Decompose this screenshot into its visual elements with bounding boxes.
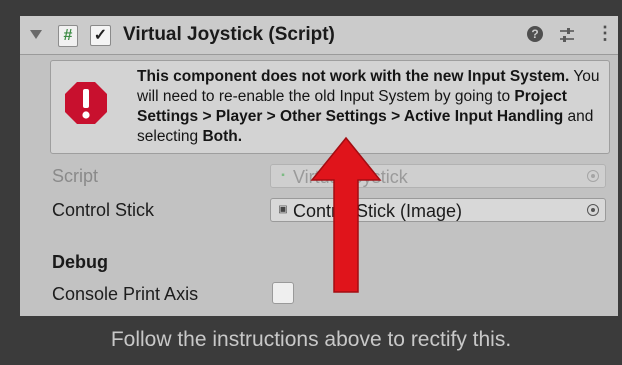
debug-section-header: Debug [52, 252, 108, 272]
script-label: Script [52, 166, 99, 186]
image-component-icon: ▣ [278, 204, 288, 215]
control-stick-label: Control Stick [52, 200, 155, 220]
script-field-value: VirtualJoystick [293, 167, 408, 187]
error-octagon-icon [65, 82, 107, 124]
context-menu-icon[interactable]: ⋮ [596, 23, 614, 43]
control-stick-field-value: Control Stick (Image) [293, 201, 463, 221]
component-header: # ✓ Virtual Joystick (Script) ? ⋮ [20, 16, 618, 55]
warning-bold-part: This component does not work with the ne… [137, 68, 570, 85]
warning-both-part: Both. [202, 128, 243, 145]
control-stick-field[interactable]: ▣ Control Stick (Image) [270, 198, 606, 222]
component-title: Virtual Joystick (Script) [123, 24, 335, 45]
script-icon: # [58, 25, 78, 47]
inspector-panel: # ✓ Virtual Joystick (Script) ? ⋮ This c… [20, 16, 618, 316]
presets-sliders-icon[interactable] [558, 26, 576, 44]
warning-message: This component does not work with the ne… [137, 67, 603, 147]
console-print-axis-label: Console Print Axis [52, 284, 199, 304]
component-enabled-checkbox[interactable]: ✓ [90, 25, 111, 46]
console-print-axis-checkbox[interactable] [272, 282, 294, 304]
warning-helpbox: This component does not work with the ne… [50, 60, 610, 154]
script-field: ▪ VirtualJoystick [270, 164, 606, 188]
help-icon[interactable]: ? [527, 26, 543, 42]
object-picker-icon[interactable] [587, 204, 599, 216]
caption-text: Follow the instructions above to rectify… [110, 328, 512, 351]
object-picker-icon [587, 170, 599, 182]
script-file-icon: ▪ [281, 170, 285, 181]
foldout-arrow-icon[interactable] [30, 30, 42, 39]
